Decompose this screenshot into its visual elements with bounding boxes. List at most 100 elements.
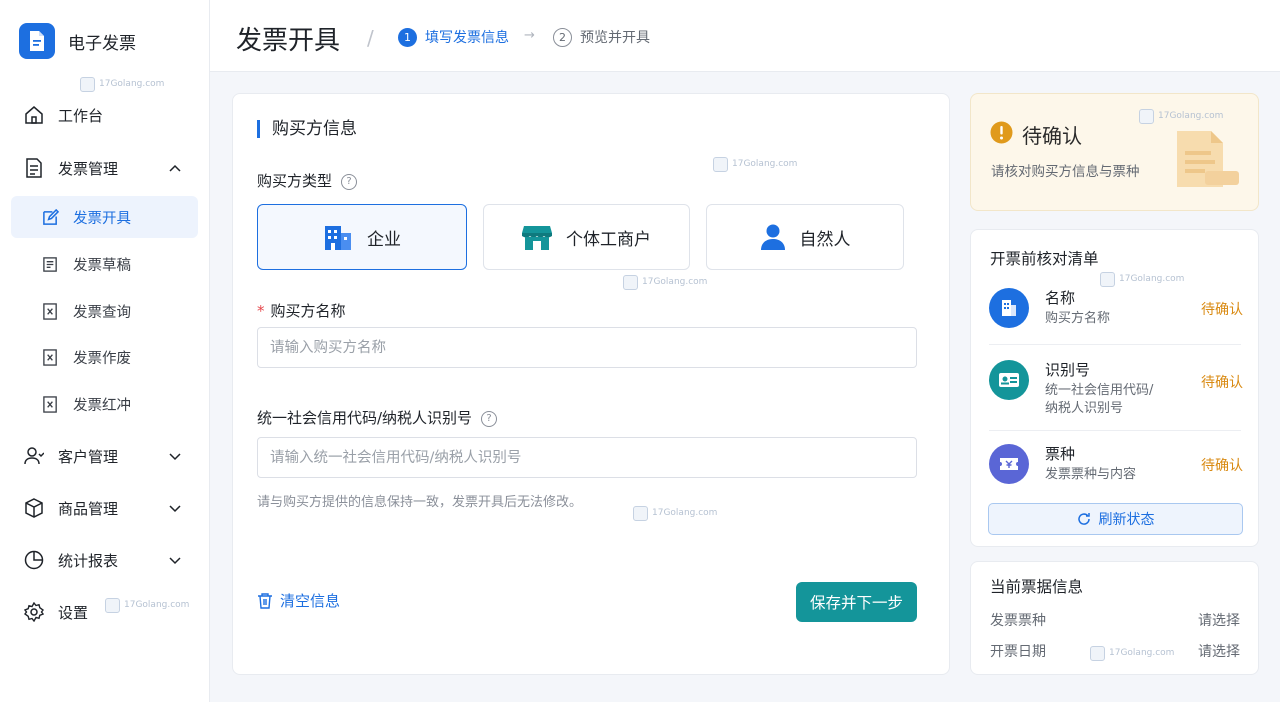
step-1: 1 填写发票信息 (398, 27, 509, 47)
current-row-ticket-type[interactable]: 发票票种 请选择 (990, 610, 1240, 630)
invoice-x-icon (43, 349, 57, 366)
nav-label: 设置 (58, 603, 89, 622)
document-icon (26, 158, 42, 178)
chevron-down-icon (169, 505, 181, 513)
page-title: 发票开具 (236, 26, 341, 56)
checklist-item-desc: 购买方名称 (1045, 311, 1111, 326)
sidebar-item-invoice-red[interactable]: 发票红冲 (11, 383, 198, 425)
buyer-type-individual-business[interactable]: 个体工商户 (483, 204, 690, 270)
section-title: 购买方信息 (257, 120, 357, 138)
chevron-down-icon (169, 453, 181, 461)
pie-chart-icon (24, 550, 44, 570)
buyer-type-label: 购买方类型? (257, 170, 358, 191)
app-name: 电子发票 (68, 33, 136, 54)
current-invoice-card: 当前票据信息 发票票种 请选择 开票日期 请选择 17Golang.com (970, 561, 1259, 675)
checklist-item-ticket-type: 票种 发票票种与内容 待确认 (989, 443, 1243, 485)
checklist-item-title: 名称 (1045, 289, 1076, 307)
divider (989, 344, 1241, 345)
sidebar-item-label: 发票草稿 (73, 257, 131, 274)
document-illustration-icon (1177, 131, 1239, 187)
row-key: 开票日期 (990, 644, 1046, 660)
step-number: 2 (553, 27, 572, 47)
step-number: 1 (398, 27, 417, 47)
page-header: 发票开具 / 1 填写发票信息 → 2 预览并开具 (210, 0, 1280, 72)
nav-customer-management[interactable]: 客户管理 (0, 435, 210, 477)
tax-id-label: 统一社会信用代码/纳税人识别号? (257, 407, 498, 428)
store-icon (522, 226, 552, 250)
building-icon (325, 226, 351, 250)
sidebar-item-label: 发票查询 (73, 304, 131, 321)
sidebar-item-invoice-void[interactable]: 发票作废 (11, 336, 198, 378)
box-icon (25, 498, 43, 518)
buyer-type-enterprise[interactable]: 企业 (257, 204, 467, 270)
buyer-type-natural-person[interactable]: 自然人 (706, 204, 904, 270)
clear-info-button[interactable]: 清空信息 (257, 590, 340, 611)
invoice-logo-icon (19, 23, 55, 59)
nav-label: 发票管理 (58, 159, 119, 178)
help-icon[interactable]: ? (341, 173, 358, 190)
nav-invoice-management[interactable]: 发票管理 (0, 147, 210, 189)
user-icon (24, 447, 44, 465)
nav-reports[interactable]: 统计报表 (0, 539, 210, 581)
sidebar: 电子发票 17Golang.com 工作台 发票管理 发票开具 发票草稿 发票查… (0, 0, 210, 702)
checklist-item-name: 名称 购买方名称 待确认 (989, 287, 1243, 329)
nav-label: 客户管理 (58, 447, 119, 466)
warning-icon (990, 121, 1013, 144)
sidebar-item-invoice-query[interactable]: 发票查询 (11, 290, 198, 332)
chevron-up-icon (169, 164, 181, 172)
watermark: 17Golang.com (713, 157, 797, 172)
help-icon[interactable]: ? (481, 410, 498, 427)
checklist-item-desc: 纳税人识别号 (1045, 401, 1124, 416)
row-value: 请选择 (1198, 613, 1240, 629)
watermark: 17Golang.com (623, 275, 707, 290)
buyer-name-input[interactable] (257, 327, 917, 368)
checklist-item-title: 票种 (1045, 445, 1076, 463)
gear-icon (24, 602, 44, 622)
checklist-item-title: 识别号 (1045, 361, 1091, 379)
current-title: 当前票据信息 (990, 578, 1084, 596)
status-title: 待确认 (1022, 124, 1082, 148)
watermark: 17Golang.com (633, 506, 717, 521)
checklist-item-desc: 统一社会信用代码/ (1045, 383, 1154, 398)
app-logo[interactable]: 电子发票 (19, 23, 136, 59)
row-key: 发票票种 (990, 613, 1046, 629)
buyer-name-label: * 购买方名称 (257, 302, 346, 320)
divider (989, 430, 1241, 431)
sidebar-item-invoice-issue[interactable]: 发票开具 (11, 196, 198, 238)
nav-product-management[interactable]: 商品管理 (0, 487, 210, 529)
refresh-status-button[interactable]: 刷新状态 (988, 503, 1243, 535)
checklist-item-desc: 发票票种与内容 (1045, 467, 1137, 482)
draft-icon (43, 257, 57, 272)
checklist-card: 开票前核对清单 17Golang.com 名称 购买方名称 待确认 识别号 统一… (970, 229, 1259, 547)
checklist-title: 开票前核对清单 (990, 250, 1099, 268)
id-card-icon (989, 360, 1029, 400)
watermark: 17Golang.com (1090, 646, 1174, 661)
step-label: 预览并开具 (580, 30, 650, 46)
pending-status-card: 待确认 请核对购买方信息与票种 17Golang.com (970, 93, 1259, 211)
title-divider: / (367, 26, 374, 50)
edit-icon (43, 209, 59, 225)
invoice-x-icon (43, 396, 57, 413)
tax-id-input[interactable] (257, 437, 917, 478)
arrow-right-icon: → (524, 28, 535, 43)
nav-workbench[interactable]: 工作台 (0, 94, 210, 136)
nav-label: 工作台 (58, 106, 104, 125)
person-icon (760, 224, 785, 250)
building-icon (989, 288, 1029, 328)
buyer-type-label: 个体工商户 (566, 229, 651, 250)
save-next-button[interactable]: 保存并下一步 (796, 582, 917, 622)
trash-icon (258, 593, 272, 609)
status-badge: 待确认 (1201, 302, 1243, 318)
form-hint: 请与购买方提供的信息保持一致，发票开具后无法修改。 (257, 495, 583, 510)
status-badge: 待确认 (1201, 375, 1243, 391)
step-label: 填写发票信息 (425, 30, 509, 46)
status-badge: 待确认 (1201, 458, 1243, 474)
nav-label: 统计报表 (58, 551, 119, 570)
refresh-icon (1077, 513, 1090, 525)
chevron-down-icon (169, 557, 181, 565)
sidebar-item-invoice-draft[interactable]: 发票草稿 (11, 243, 198, 285)
watermark: 17Golang.com (80, 77, 164, 92)
step-2: 2 预览并开具 (553, 27, 650, 47)
home-icon (25, 106, 43, 124)
nav-label: 商品管理 (58, 499, 119, 518)
